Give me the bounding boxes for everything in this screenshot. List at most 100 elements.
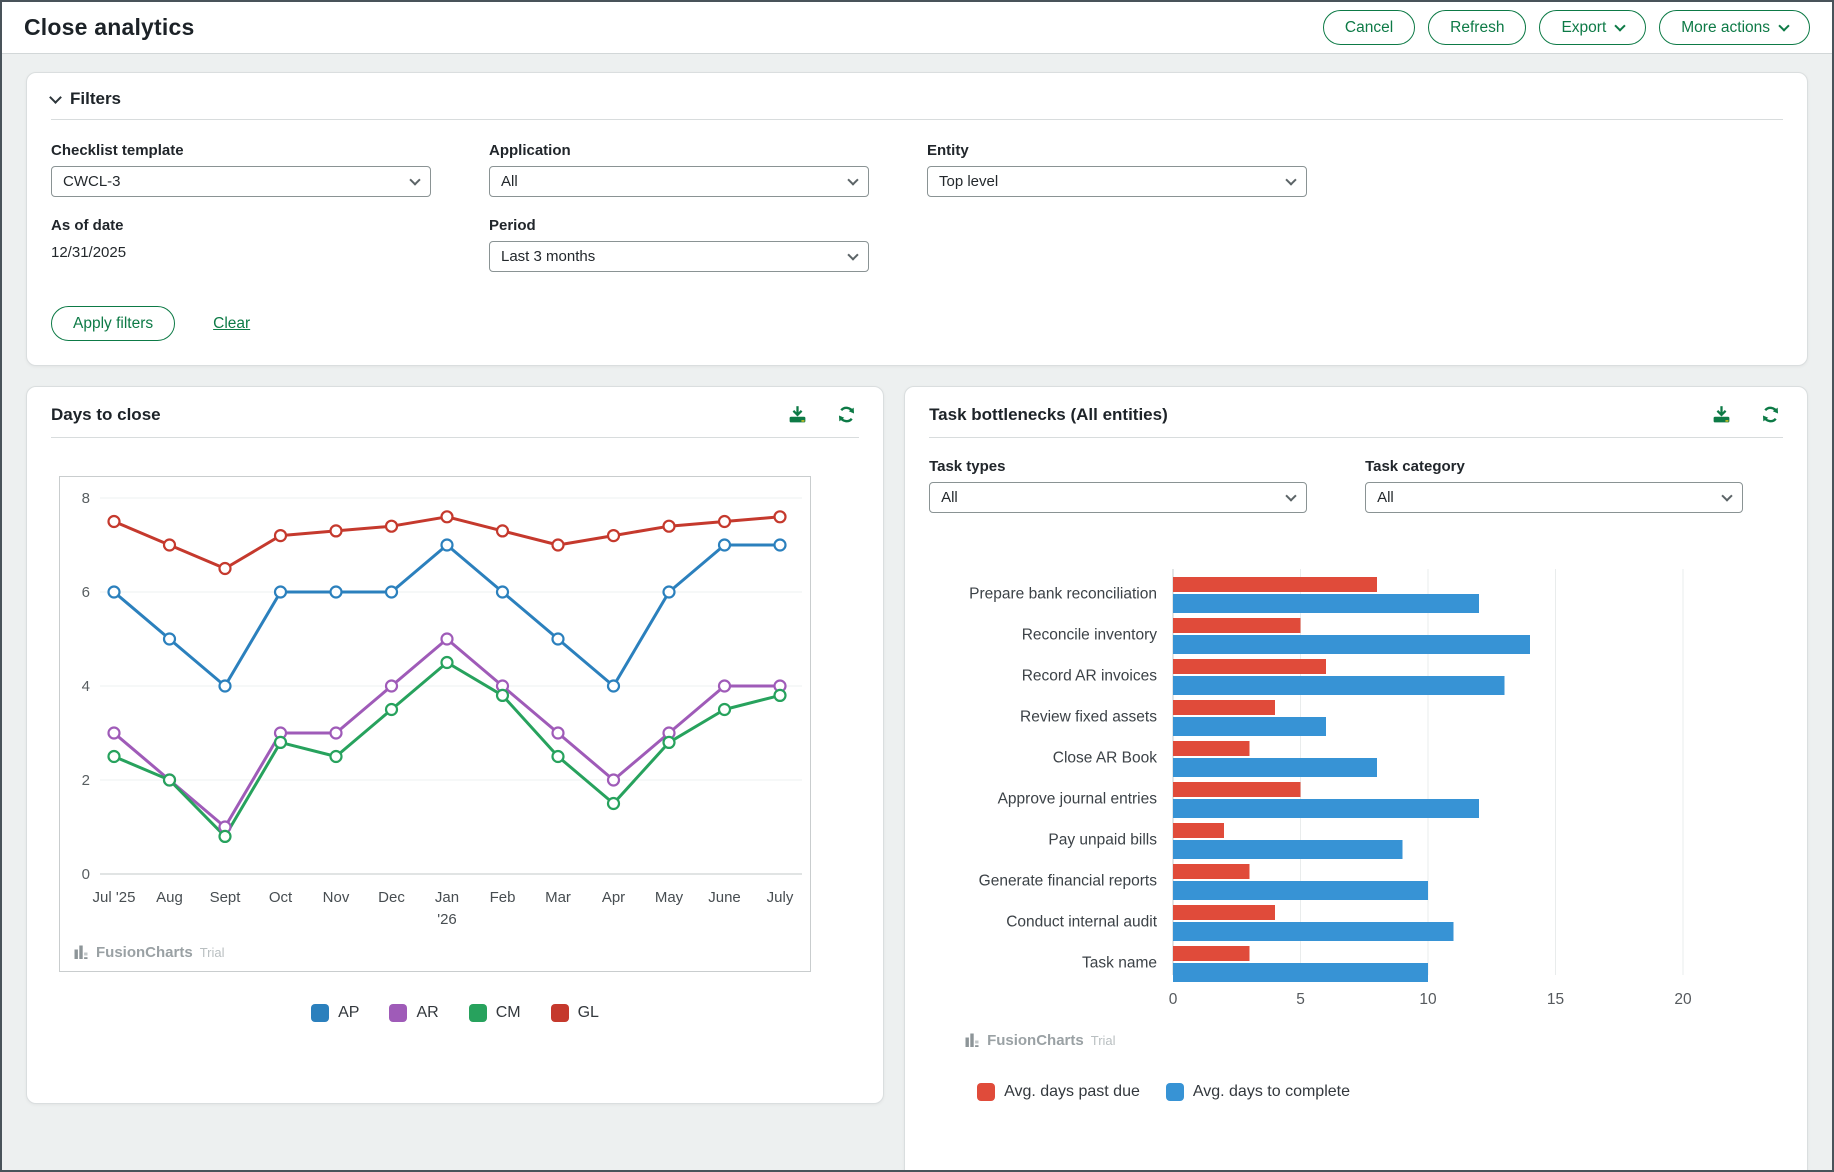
data-point-gl[interactable] [442,511,453,522]
bar-days-past-due[interactable] [1173,659,1326,674]
bar-days-to-complete[interactable] [1173,799,1479,818]
data-point-gl[interactable] [608,530,619,541]
task-types-select[interactable]: All [929,482,1307,513]
data-point-gl[interactable] [331,525,342,536]
data-point-ap[interactable] [497,587,508,598]
data-point-cm[interactable] [220,831,231,842]
fusioncharts-brand: FusionCharts [987,1032,1084,1049]
data-point-cm[interactable] [164,775,175,786]
bar-days-past-due[interactable] [1173,741,1250,756]
application-select[interactable]: All [489,166,869,197]
more-actions-button[interactable]: More actions [1659,10,1810,45]
legend-item[interactable]: AP [311,1004,359,1022]
fusioncharts-logo-icon [74,945,89,961]
legend-item[interactable]: CM [469,1004,521,1022]
task-category-select[interactable]: All [1365,482,1743,513]
category-label: Conduct internal audit [1006,914,1157,931]
data-point-cm[interactable] [553,751,564,762]
data-point-ap[interactable] [553,634,564,645]
days-to-close-title: Days to close [51,405,161,425]
bar-days-past-due[interactable] [1173,946,1250,961]
refresh-chart-button[interactable] [1758,402,1783,427]
checklist-template-select[interactable]: CWCL-3 [51,166,431,197]
refresh-chart-button[interactable] [834,402,859,427]
export-button[interactable]: Export [1539,10,1646,45]
data-point-cm[interactable] [608,798,619,809]
data-point-gl[interactable] [275,530,286,541]
data-point-gl[interactable] [497,525,508,536]
download-button[interactable] [1709,402,1734,427]
task-bottlenecks-legend: Avg. days past due Avg. days to complete [929,1083,1783,1101]
data-point-gl[interactable] [664,521,675,532]
bar-days-past-due[interactable] [1173,618,1301,633]
data-point-gl[interactable] [719,516,730,527]
data-point-gl[interactable] [164,540,175,551]
data-point-cm[interactable] [775,690,786,701]
task-category-value: All [1377,489,1394,506]
legend-item[interactable]: GL [551,1004,599,1022]
data-point-cm[interactable] [719,704,730,715]
data-point-ar[interactable] [608,775,619,786]
bar-days-past-due[interactable] [1173,782,1301,797]
checklist-template-field: Checklist template CWCL-3 [51,142,431,197]
bar-days-to-complete[interactable] [1173,758,1377,777]
clear-filters-link[interactable]: Clear [213,315,250,333]
download-button[interactable] [785,402,810,427]
data-point-ar[interactable] [386,681,397,692]
bar-days-past-due[interactable] [1173,823,1224,838]
data-point-cm[interactable] [442,657,453,668]
bar-days-past-due[interactable] [1173,864,1250,879]
legend-item[interactable]: AR [389,1004,438,1022]
filters-collapse-toggle[interactable]: Filters [51,89,121,109]
data-point-gl[interactable] [386,521,397,532]
data-point-ar[interactable] [553,728,564,739]
data-point-ap[interactable] [608,681,619,692]
data-point-gl[interactable] [553,540,564,551]
data-point-cm[interactable] [331,751,342,762]
legend-item[interactable]: Avg. days to complete [1166,1083,1350,1101]
data-point-cm[interactable] [664,737,675,748]
data-point-gl[interactable] [109,516,120,527]
data-point-ar[interactable] [331,728,342,739]
bar-days-past-due[interactable] [1173,700,1275,715]
data-point-ar[interactable] [109,728,120,739]
bar-days-to-complete[interactable] [1173,963,1428,982]
data-point-ap[interactable] [386,587,397,598]
cancel-button[interactable]: Cancel [1323,10,1415,45]
bar-days-past-due[interactable] [1173,905,1275,920]
legend-item[interactable]: Avg. days past due [977,1083,1140,1101]
data-point-cm[interactable] [386,704,397,715]
data-point-ap[interactable] [220,681,231,692]
bar-days-to-complete[interactable] [1173,676,1505,695]
data-point-cm[interactable] [497,690,508,701]
refresh-button[interactable]: Refresh [1428,10,1526,45]
data-point-ap[interactable] [442,540,453,551]
data-point-ap[interactable] [719,540,730,551]
task-types-field: Task types All [929,458,1307,513]
x-axis-tick-label: 15 [1547,991,1564,1008]
bar-days-to-complete[interactable] [1173,635,1530,654]
data-point-gl[interactable] [220,563,231,574]
data-point-ap[interactable] [275,587,286,598]
bar-days-to-complete[interactable] [1173,717,1326,736]
data-point-gl[interactable] [775,511,786,522]
data-point-ap[interactable] [775,540,786,551]
data-point-cm[interactable] [275,737,286,748]
data-point-cm[interactable] [109,751,120,762]
bar-days-to-complete[interactable] [1173,881,1428,900]
x-axis-tick-label: Mar [545,889,571,906]
bar-days-to-complete[interactable] [1173,922,1454,941]
filters-header: Filters [51,89,1783,120]
data-point-ap[interactable] [109,587,120,598]
apply-filters-button[interactable]: Apply filters [51,306,175,341]
bar-days-to-complete[interactable] [1173,594,1479,613]
data-point-ap[interactable] [664,587,675,598]
period-select[interactable]: Last 3 months [489,241,869,272]
bar-days-to-complete[interactable] [1173,840,1403,859]
data-point-ap[interactable] [331,587,342,598]
data-point-ar[interactable] [442,634,453,645]
data-point-ar[interactable] [719,681,730,692]
bar-days-past-due[interactable] [1173,577,1377,592]
entity-select[interactable]: Top level [927,166,1307,197]
data-point-ap[interactable] [164,634,175,645]
